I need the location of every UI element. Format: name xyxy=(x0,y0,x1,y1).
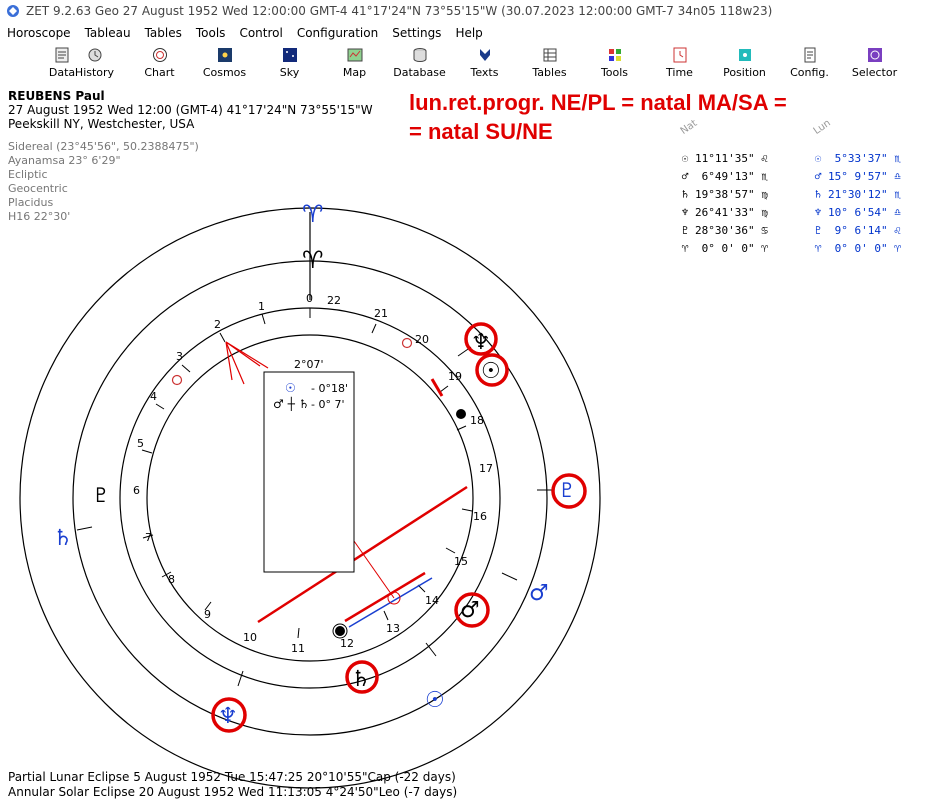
house-number: 11 xyxy=(291,642,305,655)
saturn-dot xyxy=(456,409,466,419)
nat-row: ♄ 19°38'57" ♍ xyxy=(681,188,768,201)
house-number: 21 xyxy=(374,307,388,320)
aries-outer-symbol: ♈ xyxy=(302,200,324,228)
solar-eclipse-line: Annular Solar Eclipse 20 August 1952 Wed… xyxy=(8,785,458,799)
birth-place: Peekskill NY, Westchester, USA xyxy=(8,117,195,131)
lun-row: ♆ 10° 6'54" ♎ xyxy=(814,206,901,219)
red-tick-marker xyxy=(430,378,444,397)
house-number: 8 xyxy=(168,573,175,586)
house-tick xyxy=(371,323,377,334)
house-tick xyxy=(219,332,226,343)
setting-harmonic: H16 22°30' xyxy=(8,210,71,223)
lun-row: ☉ 5°33'37" ♏ xyxy=(814,152,901,165)
chart-settings: Sidereal (23°45'56", 50.2388475") Ayanam… xyxy=(8,140,199,224)
lun-row: ♂ 15° 9'57" ♎ xyxy=(814,170,901,183)
red-midpoint-line xyxy=(353,540,395,599)
nat-row: ♂ 6°49'13" ♏ xyxy=(681,170,768,183)
marker-circle xyxy=(401,337,413,349)
house-number: 18 xyxy=(470,414,484,427)
target-dot xyxy=(335,626,345,636)
house-number: 12 xyxy=(340,637,354,650)
eclipse-info: Partial Lunar Eclipse 5 August 1952 Tue … xyxy=(8,770,457,800)
birth-datetime: 27 August 1952 Wed 12:00 (GMT-4) 41°17'2… xyxy=(8,103,373,117)
house-number: 15 xyxy=(454,555,468,568)
house-number: 4 xyxy=(150,390,157,403)
nat-row: ☉ 11°11'35" ♌ xyxy=(681,152,768,165)
house-number: 3 xyxy=(176,350,183,363)
house-number: 17 xyxy=(479,462,493,475)
outer-neptune-symbol: ♆ xyxy=(218,704,238,729)
nat-row: ♈ 0° 0' 0" ♈ xyxy=(681,242,768,255)
house-tick xyxy=(461,508,473,512)
house-number: 5 xyxy=(137,437,144,450)
outer-saturn-symbol: ♄ xyxy=(53,526,73,551)
midpoint-sun-value: - 0°18' xyxy=(311,382,348,395)
horoscope-header: REUBENS Paul 27 August 1952 Wed 12:00 (G… xyxy=(8,89,373,131)
setting-geocentric: Geocentric xyxy=(8,182,68,195)
midpoint-box-title: 2°07' xyxy=(294,358,324,371)
setting-ecliptic: Ecliptic xyxy=(8,168,48,181)
house-number: 2 xyxy=(214,318,221,331)
house-tick xyxy=(261,313,266,325)
house-tick xyxy=(439,385,449,393)
house-number: 14 xyxy=(425,594,439,607)
marker-circle xyxy=(171,374,183,386)
planet-positions-table: Nat Lun ☉ 11°11'35" ♌ ♂ 6°49'13" ♏ ♄ 19°38… xyxy=(675,117,935,260)
outer-mars-symbol: ♂ xyxy=(529,581,549,606)
house-number: 0 xyxy=(306,292,313,305)
house-tick xyxy=(181,364,191,373)
nat-column-header: Nat xyxy=(678,117,700,137)
outer-sun-symbol: ☉ xyxy=(425,688,445,713)
lunar-eclipse-line: Partial Lunar Eclipse 5 August 1952 Tue … xyxy=(8,770,456,784)
lun-row: ♇ 9° 6'14" ♌ xyxy=(814,224,901,237)
outer-tick xyxy=(501,572,518,581)
setting-sidereal: Sidereal (23°45'56", 50.2388475") xyxy=(8,140,199,153)
midpoint-mars-saturn-value: - 0° 7' xyxy=(311,398,344,411)
house-tick xyxy=(383,610,389,621)
outer-pluto-symbol: ♇ xyxy=(558,478,576,502)
house-tick xyxy=(141,449,153,454)
nat-row: ♆ 26°41'33" ♍ xyxy=(681,206,768,219)
house-number: 20 xyxy=(415,333,429,346)
lun-row: ♈ 0° 0' 0" ♈ xyxy=(814,242,901,255)
house-number: 13 xyxy=(386,622,400,635)
house-number: 10 xyxy=(243,631,257,644)
house-number: 22 xyxy=(327,294,341,307)
setting-houses: Placidus xyxy=(8,196,54,209)
house-tick xyxy=(456,425,467,431)
house-number: 1 xyxy=(258,300,265,313)
lun-row: ♄ 21°30'12" ♏ xyxy=(814,188,901,201)
midpoint-mars-saturn-symbols: ♂ ┼ ♄ xyxy=(273,396,309,411)
inner-mars-symbol: ♂ xyxy=(460,598,480,623)
house-tick xyxy=(297,627,300,639)
annotation-line-1: lun.ret.progr. NE/PL = natal MA/SA = xyxy=(409,90,787,115)
nat-row: ♇ 28°30'36" ♋ xyxy=(681,224,768,237)
house-tick xyxy=(155,403,165,410)
house-number: 19 xyxy=(448,370,462,383)
outer-tick xyxy=(237,670,244,687)
inner-pluto-symbol: ♇ xyxy=(92,483,110,507)
house-number: 6 xyxy=(133,484,140,497)
setting-ayanamsa: Ayanamsa 23° 6'29" xyxy=(8,154,121,167)
lun-column-header: Lun xyxy=(811,117,833,137)
inner-sun-symbol: ☉ xyxy=(481,359,501,384)
house-tick xyxy=(445,547,456,554)
outer-tick xyxy=(76,526,93,531)
aries-inner-symbol: ♈ xyxy=(302,246,324,274)
house-number: 16 xyxy=(473,510,487,523)
midpoint-sun-symbol: ☉ xyxy=(285,381,296,395)
person-name: REUBENS Paul xyxy=(8,89,105,103)
